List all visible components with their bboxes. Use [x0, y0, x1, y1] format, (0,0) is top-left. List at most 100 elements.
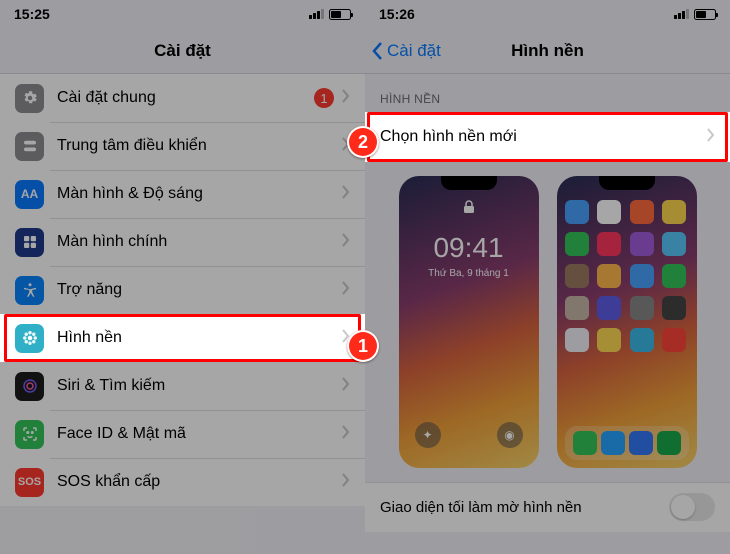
battery-icon	[694, 9, 716, 20]
app-icon	[662, 232, 686, 256]
app-icon	[662, 200, 686, 224]
app-icon	[565, 328, 589, 352]
lock-screen-preview[interactable]: 09:41 Thứ Ba, 9 tháng 1 ✦ ◉	[399, 176, 539, 468]
row-label: Face ID & Mật mã	[57, 425, 342, 443]
row-label: Chọn hình nền mới	[380, 128, 707, 146]
app-icon	[565, 232, 589, 256]
row-accessibility[interactable]: Trợ năng	[0, 266, 365, 314]
app-icon	[597, 296, 621, 320]
back-label: Cài đặt	[387, 41, 441, 61]
siri-icon	[15, 372, 44, 401]
cell-signal-icon	[674, 9, 689, 19]
notch	[441, 176, 497, 190]
status-right	[309, 9, 351, 20]
section-header: HÌNH NỀN	[365, 74, 730, 112]
accessibility-icon	[15, 276, 44, 305]
notification-badge: 1	[314, 88, 334, 108]
back-button[interactable]: Cài đặt	[371, 28, 441, 73]
status-time: 15:25	[14, 6, 50, 22]
grid-icon	[15, 228, 44, 257]
chevron-right-icon	[342, 89, 350, 108]
settings-root-pane: 15:25 Cài đặt Cài đặt chung 1 Trung tâm …	[0, 0, 365, 554]
row-label: Hình nền	[57, 329, 342, 347]
row-label: Trung tâm điều khiển	[57, 137, 342, 155]
lock-time: 09:41	[399, 232, 539, 264]
app-icon	[597, 200, 621, 224]
lock-icon	[463, 200, 475, 219]
app-icon	[630, 328, 654, 352]
chevron-right-icon	[342, 185, 350, 204]
switches-icon	[15, 132, 44, 161]
chevron-right-icon	[707, 128, 715, 147]
step-marker-1: 1	[347, 330, 379, 362]
flower-icon	[15, 324, 44, 353]
notch	[599, 176, 655, 190]
app-icon	[597, 232, 621, 256]
dock-app-icon	[629, 431, 653, 455]
wallpaper-preview: 09:41 Thứ Ba, 9 tháng 1 ✦ ◉	[365, 162, 730, 482]
status-time: 15:26	[379, 6, 415, 22]
row-home-screen[interactable]: Màn hình chính	[0, 218, 365, 266]
row-label: Màn hình chính	[57, 233, 342, 251]
status-bar: 15:26	[365, 0, 730, 28]
dock-app-icon	[657, 431, 681, 455]
row-sos[interactable]: SOS SOS khẩn cấp	[0, 458, 365, 506]
settings-list: Cài đặt chung 1 Trung tâm điều khiển AA …	[0, 74, 365, 314]
app-icon	[630, 232, 654, 256]
row-display[interactable]: AA Màn hình & Độ sáng	[0, 170, 365, 218]
sos-icon: SOS	[15, 468, 44, 497]
app-icon	[662, 296, 686, 320]
status-right	[674, 9, 716, 20]
chevron-right-icon	[342, 233, 350, 252]
row-label: SOS khẩn cấp	[57, 473, 342, 491]
status-bar: 15:25	[0, 0, 365, 28]
app-icon	[630, 264, 654, 288]
page-title: Hình nền	[511, 41, 584, 61]
nav-bar: Cài đặt Hình nền	[365, 28, 730, 74]
settings-list-2: Siri & Tìm kiếm Face ID & Mật mã SOS SOS…	[0, 362, 365, 506]
row-label: Trợ năng	[57, 281, 342, 299]
app-icon	[630, 200, 654, 224]
dock	[565, 426, 689, 460]
row-label: Cài đặt chung	[57, 89, 314, 107]
app-icon	[630, 296, 654, 320]
row-faceid[interactable]: Face ID & Mật mã	[0, 410, 365, 458]
app-icon	[565, 264, 589, 288]
flashlight-icon: ✦	[415, 422, 441, 448]
row-siri[interactable]: Siri & Tìm kiếm	[0, 362, 365, 410]
battery-icon	[329, 9, 351, 20]
dark-dim-switch[interactable]	[669, 493, 715, 521]
dock-app-icon	[601, 431, 625, 455]
row-wallpaper-highlighted: Hình nền	[0, 314, 365, 362]
row-choose-wallpaper[interactable]: Chọn hình nền mới	[365, 112, 730, 162]
row-control-center[interactable]: Trung tâm điều khiển	[0, 122, 365, 170]
home-screen-preview[interactable]	[557, 176, 697, 468]
app-icon	[662, 328, 686, 352]
row-label: Giao diện tối làm mờ hình nền	[380, 499, 582, 516]
gear-icon	[15, 84, 44, 113]
face-id-icon	[15, 420, 44, 449]
text-size-icon: AA	[15, 180, 44, 209]
row-dark-dim: Giao diện tối làm mờ hình nền	[365, 482, 730, 532]
chevron-right-icon	[342, 425, 350, 444]
row-wallpaper[interactable]: Hình nền	[0, 314, 365, 362]
cell-signal-icon	[309, 9, 324, 19]
camera-icon: ◉	[497, 422, 523, 448]
row-label: Siri & Tìm kiếm	[57, 377, 342, 395]
app-icon	[662, 264, 686, 288]
row-label: Màn hình & Độ sáng	[57, 185, 342, 203]
row-choose-wallpaper-highlighted: Chọn hình nền mới	[365, 112, 730, 162]
dock-app-icon	[573, 431, 597, 455]
app-icon	[565, 200, 589, 224]
chevron-right-icon	[342, 377, 350, 396]
row-general[interactable]: Cài đặt chung 1	[0, 74, 365, 122]
lock-date: Thứ Ba, 9 tháng 1	[399, 268, 539, 279]
nav-bar: Cài đặt	[0, 28, 365, 74]
app-icon	[597, 264, 621, 288]
app-grid	[565, 200, 689, 352]
chevron-right-icon	[342, 281, 350, 300]
app-icon	[565, 296, 589, 320]
chevron-right-icon	[342, 473, 350, 492]
app-icon	[597, 328, 621, 352]
wallpaper-pane: 15:26 Cài đặt Hình nền HÌNH NỀN Chọn hìn…	[365, 0, 730, 554]
